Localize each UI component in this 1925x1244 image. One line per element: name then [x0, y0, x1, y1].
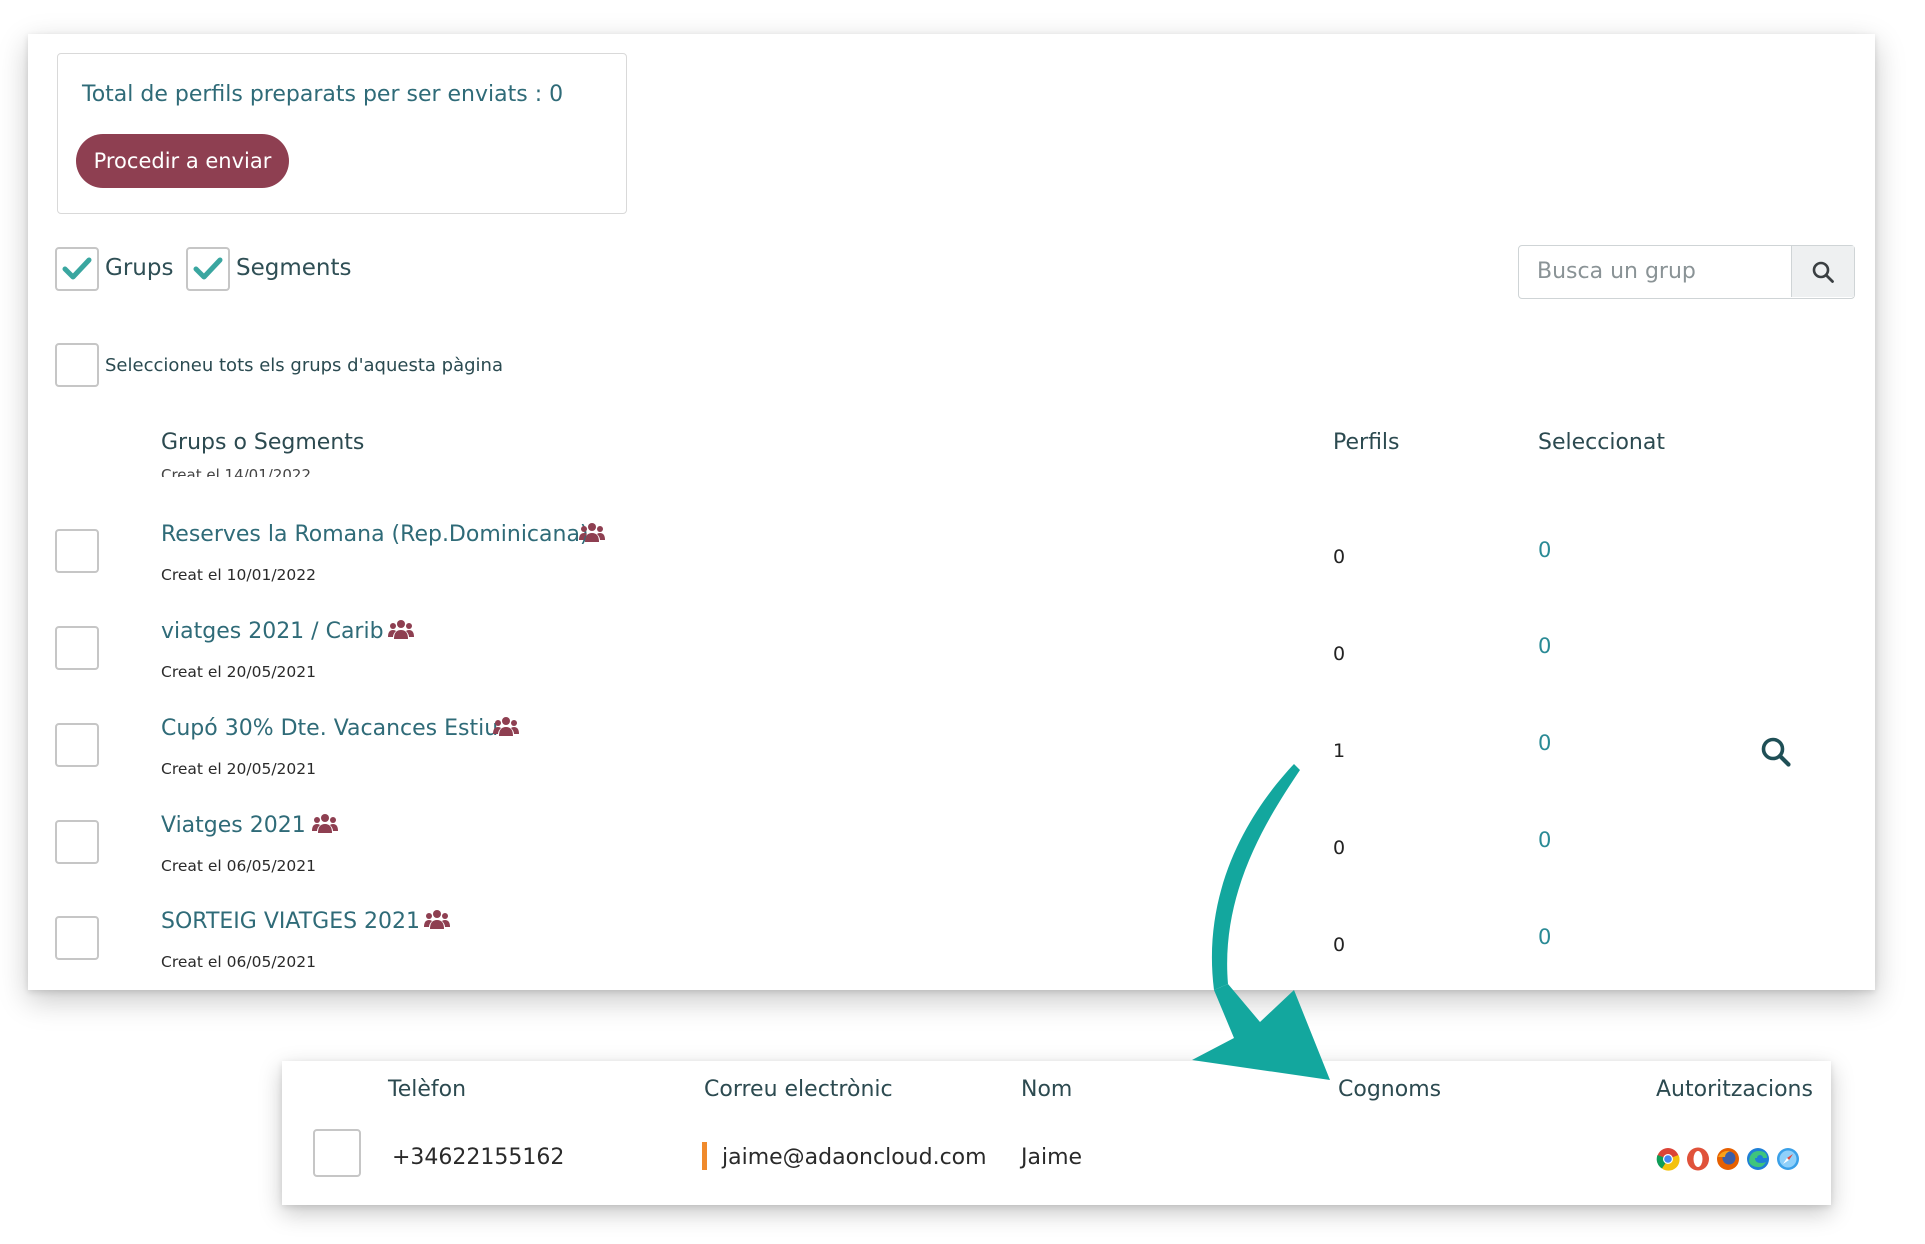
header-email: Correu electrònic — [704, 1077, 893, 1102]
group-selected-count[interactable]: 0 — [1538, 634, 1551, 658]
cut-row-date: Creat el 14/01/2022 — [161, 468, 311, 477]
segments-checkbox[interactable] — [186, 247, 230, 291]
header-groups-segments: Grups o Segments — [161, 430, 365, 455]
header-name: Nom — [1021, 1077, 1073, 1102]
group-profiles-count: 1 — [1333, 740, 1346, 762]
profile-checkbox[interactable] — [313, 1129, 361, 1177]
opera-icon — [1687, 1147, 1709, 1171]
connector-arrow-icon — [1192, 764, 1330, 1080]
group-users-icon — [312, 814, 338, 833]
checkmark-icon — [62, 257, 92, 280]
group-users-icon — [493, 717, 519, 736]
group-profiles-count: 0 — [1333, 546, 1346, 568]
group-created-date: Creat el 06/05/2021 — [161, 953, 316, 971]
group-search — [1518, 245, 1855, 299]
select-all-label: Seleccioneu tots els grups d'aquesta pàg… — [105, 355, 503, 376]
header-profiles: Perfils — [1333, 430, 1400, 455]
groups-label: Grups — [105, 255, 174, 281]
profile-phone: +34622155162 — [392, 1145, 565, 1170]
header-authorizations: Autoritzacions — [1656, 1077, 1813, 1102]
checkmark-icon — [193, 257, 223, 280]
edge-icon — [1747, 1148, 1769, 1170]
header-surname: Cognoms — [1338, 1077, 1442, 1102]
row-checkbox[interactable] — [55, 820, 99, 864]
group-created-date: Creat el 20/05/2021 — [161, 760, 316, 778]
header-selected: Seleccionat — [1538, 430, 1665, 455]
groups-checkbox[interactable] — [55, 247, 99, 291]
group-title-link[interactable]: Cupó 30% Dte. Vacances Estiu — [161, 716, 498, 741]
select-all-checkbox[interactable] — [55, 343, 99, 387]
search-icon — [1812, 261, 1834, 283]
proceed-send-button[interactable]: Procedir a enviar — [76, 134, 289, 188]
group-created-date: Creat el 10/01/2022 — [161, 566, 316, 584]
group-selected-count[interactable]: 0 — [1538, 925, 1551, 949]
group-selected-count[interactable]: 0 — [1538, 538, 1551, 562]
group-users-icon — [388, 620, 414, 639]
group-title-link[interactable]: Reserves la Romana (Rep.Dominicana) — [161, 522, 589, 547]
view-profiles-search-icon[interactable] — [1760, 736, 1792, 768]
email-status-marker — [702, 1142, 707, 1170]
segments-label: Segments — [236, 255, 352, 281]
safari-icon — [1777, 1148, 1799, 1170]
search-button[interactable] — [1791, 246, 1854, 297]
chrome-icon — [1656, 1148, 1680, 1171]
group-search-input[interactable] — [1519, 246, 1801, 297]
group-created-date: Creat el 20/05/2021 — [161, 663, 316, 681]
group-selected-count[interactable]: 0 — [1538, 731, 1551, 755]
profile-email: jaime@adaoncloud.com — [722, 1145, 987, 1170]
group-title-link[interactable]: viatges 2021 / Carib — [161, 619, 384, 644]
row-checkbox[interactable] — [55, 626, 99, 670]
group-title-link[interactable]: SORTEIG VIATGES 2021 — [161, 909, 420, 934]
total-profiles-text: Total de perfils preparats per ser envia… — [82, 82, 564, 107]
group-users-icon — [424, 910, 450, 929]
row-checkbox[interactable] — [55, 529, 99, 573]
group-selected-count[interactable]: 0 — [1538, 828, 1551, 852]
profile-name: Jaime — [1021, 1145, 1083, 1170]
group-title-link[interactable]: Viatges 2021 — [161, 813, 306, 838]
group-users-icon — [579, 523, 605, 542]
group-profiles-count: 0 — [1333, 643, 1346, 665]
row-checkbox[interactable] — [55, 723, 99, 767]
header-phone: Telèfon — [388, 1077, 467, 1102]
row-checkbox[interactable] — [55, 916, 99, 960]
group-created-date: Creat el 06/05/2021 — [161, 857, 316, 875]
firefox-icon — [1717, 1148, 1739, 1170]
